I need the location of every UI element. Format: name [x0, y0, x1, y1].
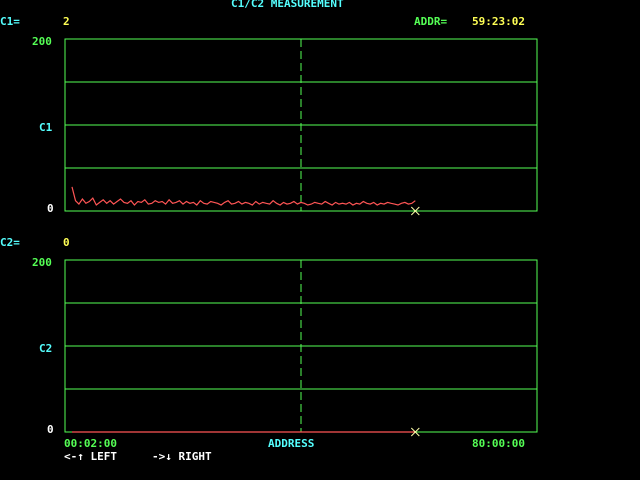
- c1-trace: [71, 186, 416, 206]
- measurement-plots: [64, 38, 538, 437]
- c2-plot: [64, 259, 538, 437]
- c1-plot: [64, 38, 538, 216]
